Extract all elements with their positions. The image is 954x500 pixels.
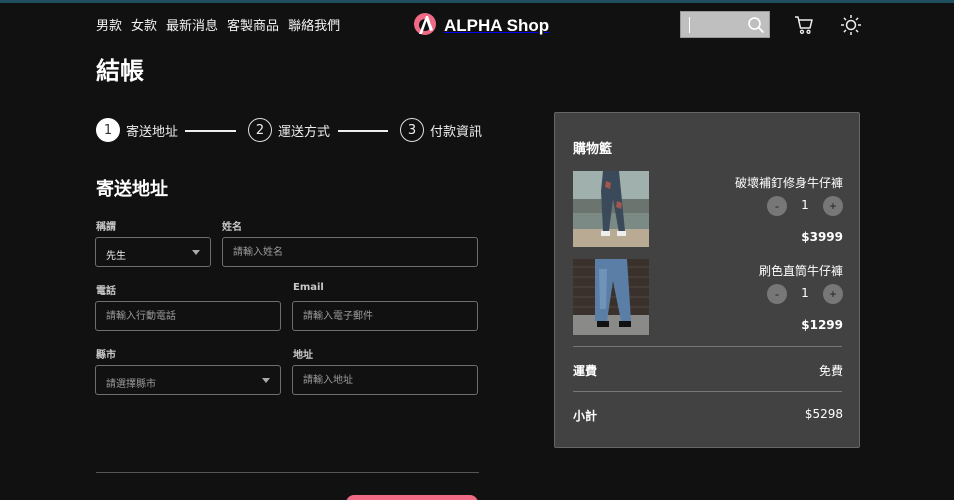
step-label: 付款資訊 (430, 124, 483, 140)
name-field[interactable] (223, 238, 477, 266)
salutation-value: 先生 (106, 251, 126, 262)
cart-panel: 購物籃 破壞補釘修身牛仔褲 - 1 + $3999 刷色直筒牛仔褲 - 1 + … (554, 112, 860, 448)
site-header: 男款 女款 最新消息 客製商品 聯絡我們 ALPHA Shop (0, 3, 954, 45)
step-label: 寄送地址 (126, 124, 179, 140)
brand-name: ALPHA Shop (444, 16, 550, 35)
quantity-value: 1 (801, 198, 809, 212)
salutation-select[interactable]: 先生 (95, 237, 211, 267)
phone-field-wrapper (95, 301, 281, 331)
address-field-wrapper (292, 365, 478, 395)
phone-field[interactable] (96, 302, 280, 330)
quantity-value: 1 (801, 286, 809, 300)
cart-divider (573, 346, 842, 347)
checkout-stepper: 1 寄送地址 2 運送方式 3 付款資訊 (96, 118, 482, 142)
section-title: 寄送地址 (96, 179, 168, 200)
product-price: $1299 (801, 318, 843, 332)
cart-item: 破壞補釘修身牛仔褲 - 1 + $3999 (573, 171, 843, 248)
cart-icon[interactable] (794, 15, 814, 39)
salutation-label: 稱謂 (96, 222, 116, 233)
product-name: 刷色直筒牛仔褲 (758, 264, 843, 278)
address-label: 地址 (293, 350, 313, 361)
city-select[interactable]: 請選擇縣市 (95, 365, 281, 395)
page-title: 結帳 (96, 57, 144, 85)
city-label: 縣市 (96, 350, 116, 361)
shipping-label: 運費 (573, 364, 598, 378)
phone-label: 電話 (96, 286, 116, 297)
chevron-down-icon (262, 378, 270, 383)
step-label: 運送方式 (278, 124, 331, 140)
step-connector (185, 130, 236, 132)
step-shipping-method: 2 運送方式 (248, 118, 330, 142)
sun-icon[interactable] (840, 14, 862, 40)
step-number: 3 (400, 118, 424, 142)
form-divider (96, 472, 479, 473)
cart-item: 刷色直筒牛仔褲 - 1 + $1299 (573, 259, 843, 336)
product-name: 破壞補釘修身牛仔褲 (734, 176, 843, 190)
email-field[interactable] (293, 302, 477, 330)
quantity-stepper: - 1 + (767, 196, 843, 216)
main-nav: 男款 女款 最新消息 客製商品 聯絡我們 (96, 15, 340, 34)
brand-logo-link[interactable]: ALPHA Shop (413, 12, 549, 40)
nav-item-custom[interactable]: 客製商品 (227, 15, 279, 34)
next-step-button[interactable] (346, 495, 478, 500)
cart-title: 購物籃 (573, 142, 613, 157)
address-field[interactable] (293, 366, 477, 394)
name-field-wrapper (222, 237, 478, 267)
city-placeholder: 請選擇縣市 (106, 379, 156, 390)
chevron-down-icon (192, 250, 200, 255)
search-input[interactable] (687, 15, 743, 34)
email-label: Email (293, 282, 324, 293)
brand-logo-icon (413, 12, 437, 40)
step-shipping-address: 1 寄送地址 (96, 118, 178, 142)
nav-item-women[interactable]: 女款 (131, 15, 157, 34)
nav-item-news[interactable]: 最新消息 (166, 15, 218, 34)
nav-item-contact[interactable]: 聯絡我們 (288, 15, 340, 34)
step-number: 2 (248, 118, 272, 142)
nav-item-men[interactable]: 男款 (96, 15, 122, 34)
product-price: $3999 (801, 230, 843, 244)
email-field-wrapper (292, 301, 478, 331)
quantity-stepper: - 1 + (767, 284, 843, 304)
name-label: 姓名 (222, 222, 242, 233)
step-payment-info: 3 付款資訊 (400, 118, 482, 142)
decrease-quantity-button[interactable]: - (767, 196, 787, 216)
text-caret (689, 17, 690, 33)
decrease-quantity-button[interactable]: - (767, 284, 787, 304)
step-connector (338, 130, 388, 132)
shipping-value: 免費 (818, 364, 843, 378)
search-box[interactable] (680, 11, 770, 38)
search-icon[interactable] (747, 16, 765, 38)
step-number: 1 (96, 118, 120, 142)
subtotal-label: 小計 (573, 409, 598, 423)
product-image (573, 259, 649, 335)
increase-quantity-button[interactable]: + (823, 196, 843, 216)
cart-divider (573, 391, 842, 392)
product-image (573, 171, 649, 247)
subtotal-value: $5298 (804, 407, 843, 421)
increase-quantity-button[interactable]: + (823, 284, 843, 304)
